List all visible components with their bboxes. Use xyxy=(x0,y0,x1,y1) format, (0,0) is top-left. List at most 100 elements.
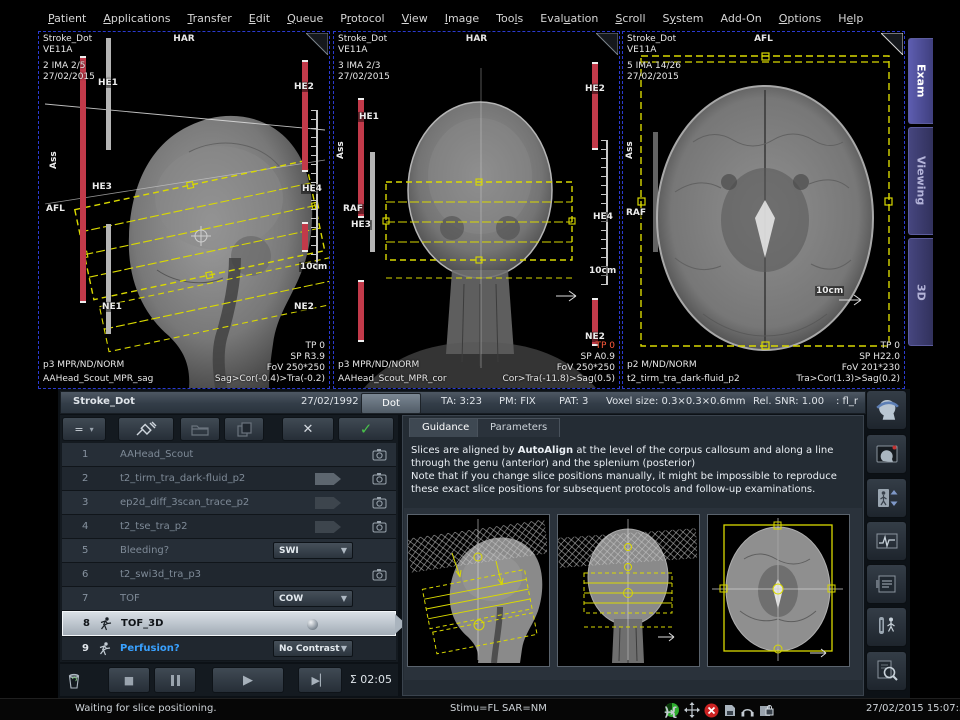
camera-icon xyxy=(372,520,387,533)
decision-dropdown[interactable]: COW▼ xyxy=(273,590,353,607)
menu-item-edit[interactable]: Edit xyxy=(249,12,270,25)
menu-item-tools[interactable]: Tools xyxy=(496,12,523,25)
corner-handle-icon[interactable] xyxy=(881,33,903,55)
protocol-row[interactable]: 2 t2_tirm_tra_dark-fluid_p2 xyxy=(62,467,396,491)
browse-protocols-button[interactable] xyxy=(866,651,907,691)
protocol-row[interactable]: 6 t2_swi3d_tra_p3 xyxy=(62,563,396,587)
thumb-axial[interactable] xyxy=(707,514,850,667)
image-info-left: p3 MPR/ND/NORMAAHead_Scout_MPR_sag xyxy=(43,360,153,385)
tab-guidance[interactable]: Guidance xyxy=(409,418,482,437)
protocol-properties-button[interactable] xyxy=(866,564,907,604)
stop-icon: ■ xyxy=(124,674,134,687)
protocol-row[interactable]: 7 TOF COW▼ xyxy=(62,587,396,611)
table-move-status-icon xyxy=(684,702,700,718)
menu-item-applications[interactable]: Applications xyxy=(103,12,170,25)
running-person-icon xyxy=(99,617,112,631)
menu-item-system[interactable]: System xyxy=(663,12,704,25)
dot-engine-button[interactable]: Dot xyxy=(361,393,421,414)
patient-table-button[interactable] xyxy=(866,478,907,518)
head-coil-position-button[interactable] xyxy=(866,390,907,430)
image-display-button[interactable] xyxy=(866,434,907,474)
edit-protocol-button[interactable] xyxy=(118,417,174,441)
tab-3d[interactable]: 3D xyxy=(908,238,933,346)
menu-item-addon[interactable]: Add-On xyxy=(721,12,762,25)
protocol-row-selected[interactable]: 8 TOF_3D xyxy=(62,611,396,636)
protocol-row[interactable]: 4 t2_tse_tra_p2 xyxy=(62,515,396,539)
camera-icon xyxy=(372,496,387,509)
dropdown-value: SWI xyxy=(279,546,299,556)
coil-label: HE1 xyxy=(358,112,380,122)
menu-item-transfer[interactable]: Transfer xyxy=(188,12,232,25)
status-icons: ){ → xyxy=(664,701,774,719)
pat-factor: PAT: 3 xyxy=(559,396,588,407)
viewport-axial[interactable]: Ass RAF 10cm Stroke_DotVE11A 5 IMA 14/26… xyxy=(622,31,905,389)
row-number: 5 xyxy=(82,545,88,556)
physio-signal-button[interactable] xyxy=(866,521,907,561)
protocol-name: t2_swi3d_tra_p3 xyxy=(120,569,201,580)
tab-parameters[interactable]: Parameters xyxy=(477,418,560,437)
running-person-icon xyxy=(98,642,111,656)
guidance-panel: Guidance Parameters Slices are aligned b… xyxy=(402,415,864,696)
open-protocol-button[interactable] xyxy=(180,417,220,441)
queue-mode-split-button[interactable]: = ▾ xyxy=(62,417,106,441)
patient-dob: 27/02/1992 xyxy=(301,396,359,407)
menu-item-options[interactable]: Options xyxy=(779,12,821,25)
protocol-row[interactable]: 1 AAHead_Scout xyxy=(62,443,396,467)
tab-viewing[interactable]: Viewing xyxy=(908,127,933,235)
menu-item-evaluation[interactable]: Evaluation xyxy=(540,12,598,25)
menu-item-view[interactable]: View xyxy=(402,12,428,25)
acquisition-time: TA: 3:23 xyxy=(441,396,482,407)
row-number: 1 xyxy=(82,449,88,460)
menu-item-help[interactable]: Help xyxy=(838,12,863,25)
pause-button[interactable] xyxy=(154,667,196,693)
thumb-axial-image xyxy=(708,515,847,664)
tab-exam[interactable]: Exam xyxy=(908,38,933,124)
protocol-row[interactable]: 5 Bleeding? SWI▼ xyxy=(62,539,396,563)
patient-name: Stroke_Dot xyxy=(73,396,135,407)
menu-item-image[interactable]: Image xyxy=(445,12,479,25)
menu-item-scroll[interactable]: Scroll xyxy=(615,12,645,25)
orientation-code: HAR xyxy=(466,34,487,45)
sar-monitor-button[interactable]: 4 % xyxy=(866,607,907,647)
decision-dropdown[interactable]: SWI▼ xyxy=(273,542,353,559)
chevron-down-icon: ▼ xyxy=(341,594,347,603)
memcard-icon xyxy=(723,703,736,717)
menu-item-patient[interactable]: Patient xyxy=(48,12,86,25)
table-move-icon xyxy=(875,486,899,510)
thumb-sagittal[interactable] xyxy=(407,514,550,667)
orientation-label: Ass xyxy=(49,150,59,170)
apply-button[interactable]: ✓ xyxy=(338,417,394,441)
chevron-down-icon: ▼ xyxy=(341,644,347,653)
image-head-icon xyxy=(875,442,899,466)
start-button[interactable]: ▶ xyxy=(212,667,284,693)
coil-label: HE1 xyxy=(97,78,119,88)
coil-label: HE4 xyxy=(592,212,614,222)
cancel-button[interactable]: ✕ xyxy=(282,417,334,441)
viewport-coronal[interactable]: HE1 Ass RAF HE3 HE2 HE4 10cm NE2 Stroke_… xyxy=(333,31,620,389)
row-number: 8 xyxy=(83,618,90,629)
viewport-sagittal[interactable]: HE1 Ass HE3 AFL NE1 HE2 HE4 10cm NE2 Str… xyxy=(38,31,330,389)
thumb-coronal[interactable] xyxy=(557,514,700,667)
camera-icon xyxy=(372,448,387,461)
protocol-row[interactable]: 9 Perfusion? No Contrast▼ xyxy=(62,637,396,661)
protocol-name: Perfusion? xyxy=(120,643,180,654)
protocol-name: AAHead_Scout xyxy=(120,449,193,460)
protocol-row[interactable]: 3 ep2d_diff_3scan_trace_p2 xyxy=(62,491,396,515)
protocol-name: TOF xyxy=(120,593,140,604)
folder-icon xyxy=(191,423,209,436)
copy-protocol-button[interactable] xyxy=(224,417,264,441)
skip-button[interactable]: ▶▏ xyxy=(298,667,342,693)
menu-item-protocol[interactable]: Protocol xyxy=(340,12,384,25)
coil-bar xyxy=(106,38,111,150)
decision-dropdown[interactable]: No Contrast▼ xyxy=(273,640,353,657)
image-info-left: p2 M/ND/NORMt2_tirm_tra_dark-fluid_p2 xyxy=(627,360,740,385)
scale-label: 10cm xyxy=(815,286,844,296)
image-info-right: TP 0SP H22.0 FoV 201*230Tra>Cor(1.3)>Sag… xyxy=(796,341,900,385)
corner-handle-icon[interactable] xyxy=(306,33,328,55)
corner-handle-icon[interactable] xyxy=(596,33,618,55)
menu-item-queue[interactable]: Queue xyxy=(287,12,323,25)
delete-button[interactable] xyxy=(62,667,86,693)
stop-button[interactable]: ■ xyxy=(108,667,150,693)
relative-snr: Rel. SNR: 1.00 xyxy=(753,396,824,407)
application-window: Patient Applications Transfer Edit Queue… xyxy=(0,0,960,720)
